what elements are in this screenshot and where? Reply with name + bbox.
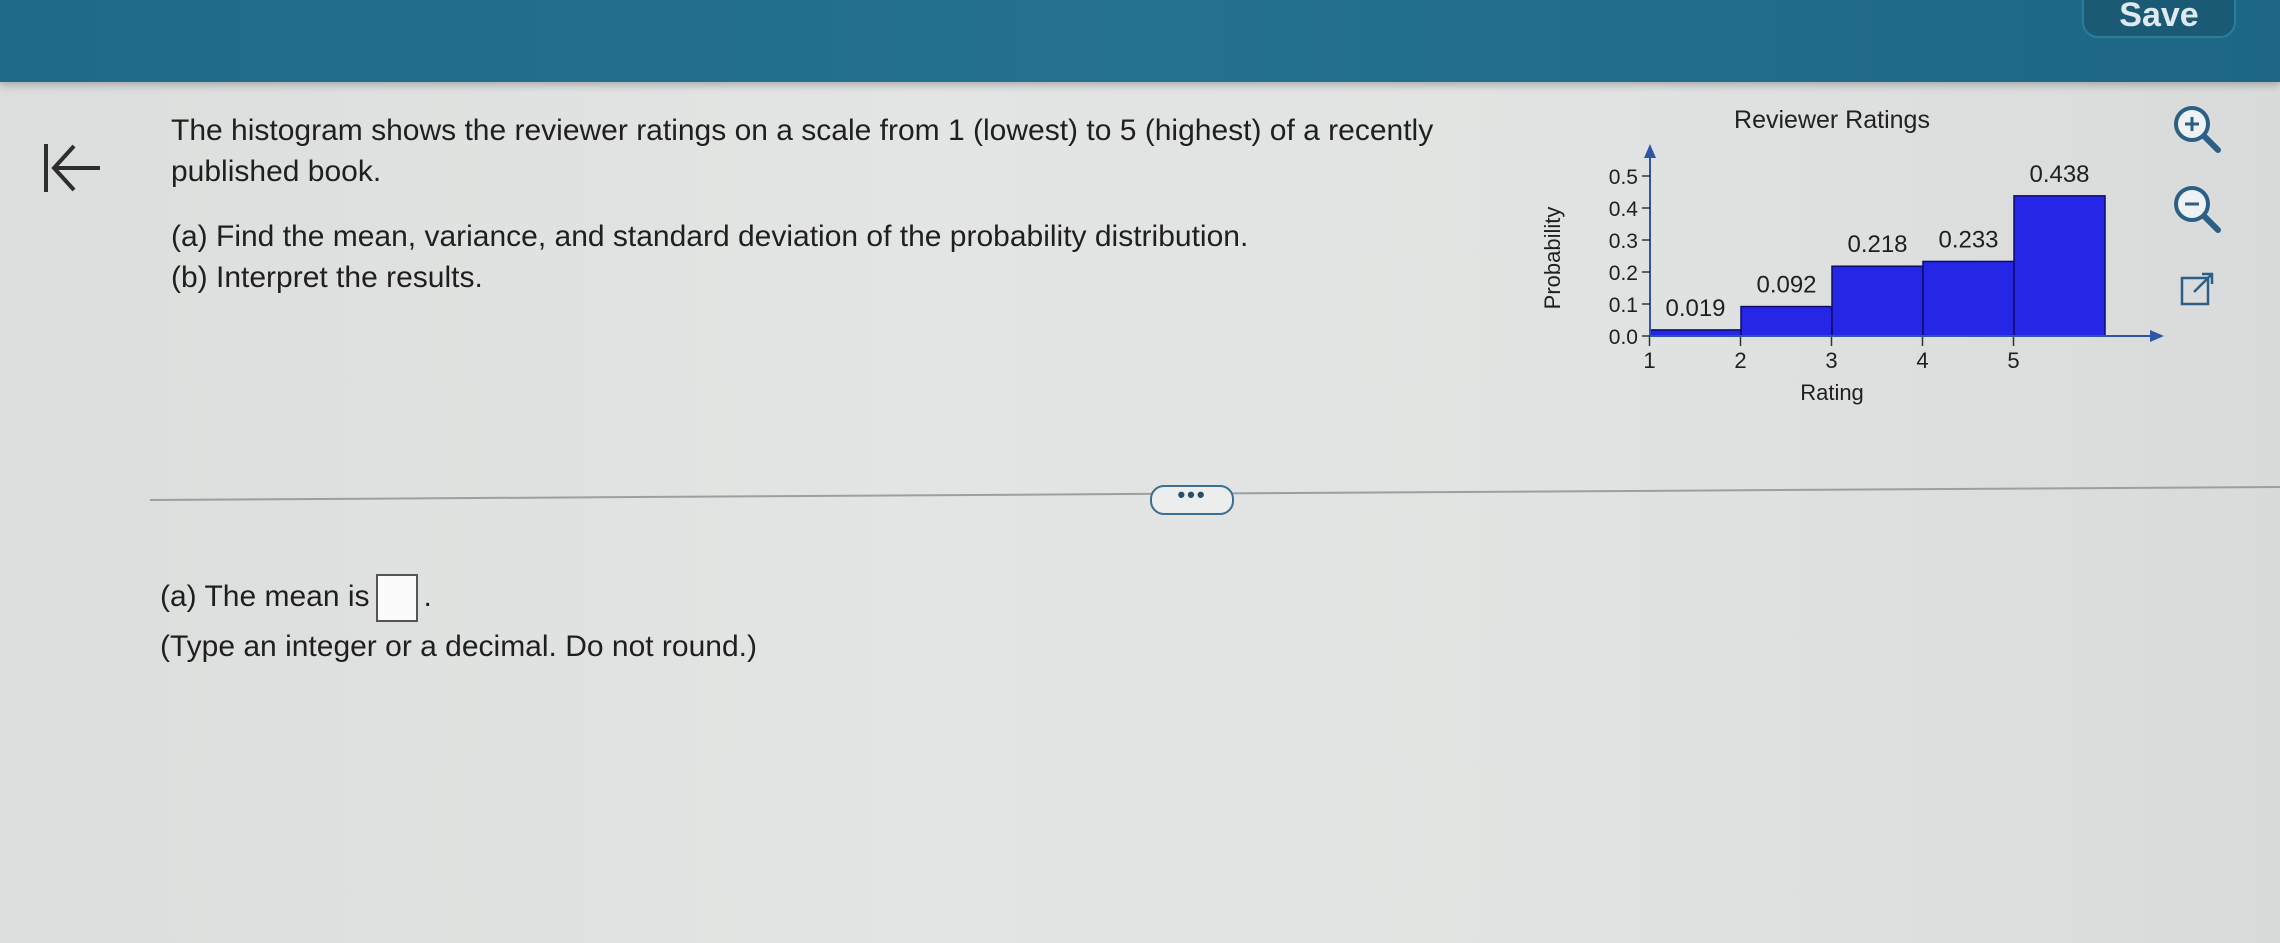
bar-value-label: 0.233 <box>1938 226 1998 253</box>
chart-title: Reviewer Ratings <box>1734 106 1930 134</box>
answer-line: (a) The mean is. <box>160 572 1360 623</box>
open-external-button[interactable] <box>2168 260 2226 318</box>
histogram-bar <box>1831 265 1924 337</box>
x-tick-label: 3 <box>1825 348 1837 373</box>
back-arrow-icon <box>44 144 100 192</box>
y-axis-arrow <box>1644 144 1656 158</box>
question-text: The histogram shows the reviewer ratings… <box>171 110 1471 298</box>
zoom-out-icon <box>2174 186 2221 233</box>
histogram-bar <box>1740 305 1833 337</box>
histogram-bar <box>2013 195 2106 337</box>
question-part-b: (b) Interpret the results. <box>171 261 483 294</box>
histogram-chart: Reviewer Ratings 0.019 1 0.092 2 0.218 3 0.233 4… <box>1520 98 2180 418</box>
back-button[interactable] <box>40 138 104 198</box>
x-axis-arrow <box>2150 330 2164 342</box>
x-tick-label: 4 <box>1916 348 1928 373</box>
top-bar: Save <box>0 0 2280 82</box>
bar-value-label: 0.218 <box>1847 231 1907 258</box>
tool-panel <box>2168 100 2232 340</box>
zoom-in-button[interactable] <box>2168 100 2226 158</box>
expand-more-button[interactable]: ••• <box>1150 484 1234 515</box>
x-axis-label: Rating <box>1800 380 1864 405</box>
bar-value-label: 0.438 <box>2029 161 2089 188</box>
answer-prefix: (a) The mean is <box>160 580 370 613</box>
histogram-svg: Reviewer Ratings 0.019 1 0.092 2 0.218 3 0.233 4… <box>1540 106 2164 405</box>
mean-answer-input[interactable] <box>375 574 418 623</box>
y-axis-label: Probability <box>1540 207 1565 310</box>
bar-value-label: 0.092 <box>1756 272 1816 299</box>
zoom-in-icon <box>2174 106 2221 153</box>
answer-section: (a) The mean is. (Type an integer or a d… <box>160 572 1360 672</box>
x-tick-label: 1 <box>1643 348 1655 373</box>
question-part-a: (a) Find the mean, variance, and standar… <box>171 220 1249 253</box>
y-tick-label: 0.5 <box>1609 166 1638 189</box>
y-tick-label: 0.0 <box>1609 326 1638 349</box>
histogram-bar <box>1922 260 2015 337</box>
answer-hint: (Type an integer or a decimal. Do not ro… <box>160 630 757 664</box>
y-tick-label: 0.2 <box>1609 262 1638 285</box>
zoom-out-button[interactable] <box>2168 180 2226 238</box>
answer-suffix: . <box>423 580 432 613</box>
y-tick-label: 0.1 <box>1609 294 1638 317</box>
y-tick-label: 0.3 <box>1609 230 1638 253</box>
question-intro: The histogram shows the reviewer ratings… <box>171 114 1434 188</box>
external-link-icon <box>2180 272 2214 306</box>
x-tick-label: 5 <box>2007 348 2019 373</box>
y-tick-label: 0.4 <box>1609 198 1639 221</box>
save-button[interactable]: Save <box>2082 0 2236 38</box>
x-tick-label: 2 <box>1734 348 1746 373</box>
bar-value-label: 0.019 <box>1665 295 1725 322</box>
